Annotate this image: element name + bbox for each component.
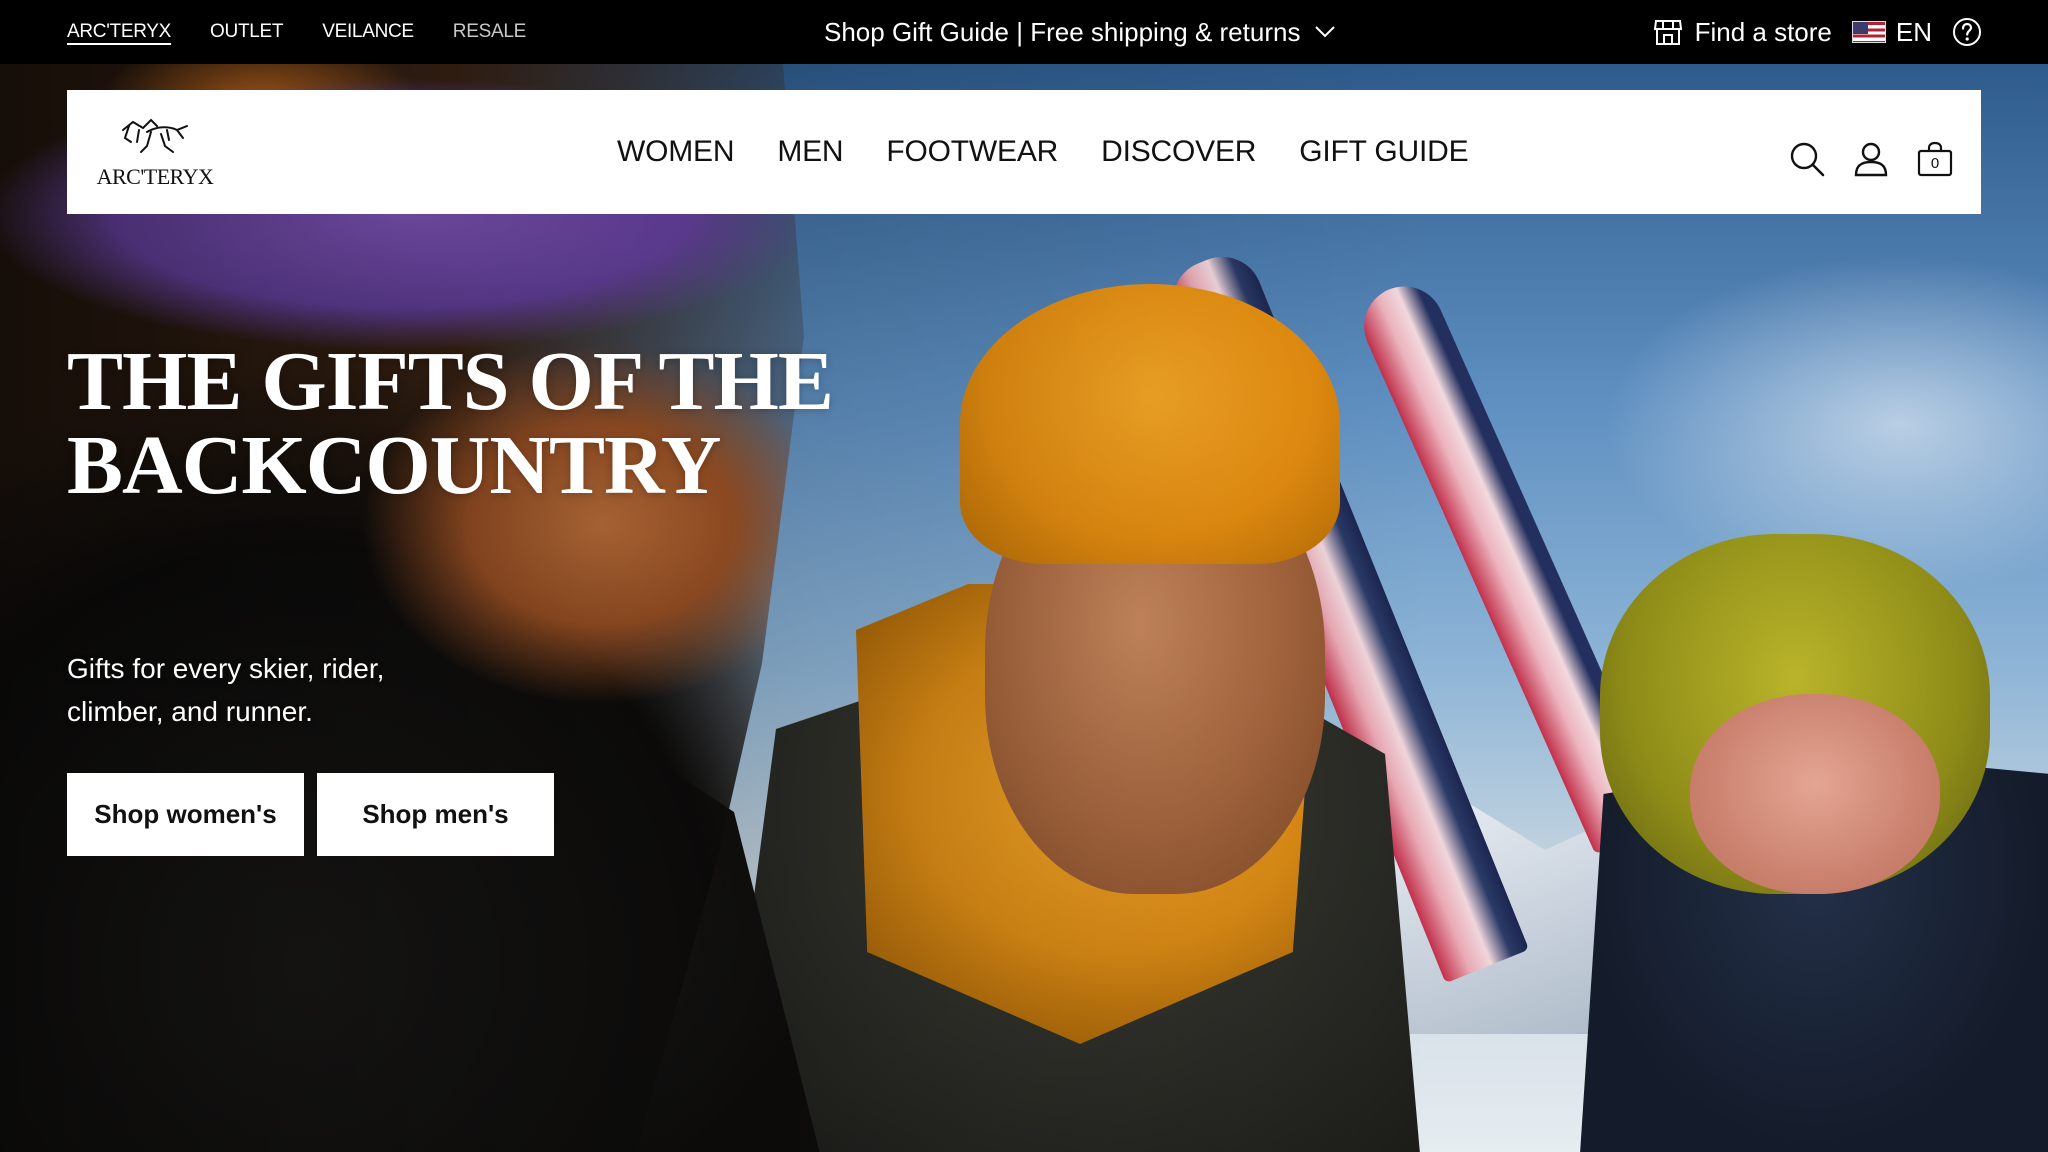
account-icon[interactable]	[1853, 141, 1889, 177]
help-icon[interactable]	[1952, 17, 1982, 47]
brand-links: ARC'TERYX OUTLET VEILANCE RESALE	[67, 0, 526, 64]
storefront-icon	[1653, 20, 1682, 45]
nav-item-footwear[interactable]: FOOTWEAR	[886, 135, 1058, 169]
nav-item-women[interactable]: WOMEN	[617, 135, 735, 169]
header-actions: 0	[1789, 90, 1953, 214]
brand-link-veilance[interactable]: VEILANCE	[322, 21, 414, 43]
brand-link-outlet[interactable]: OUTLET	[210, 21, 283, 43]
archaeopteryx-logo-icon	[122, 118, 188, 153]
search-icon[interactable]	[1789, 141, 1825, 177]
shop-mens-button[interactable]: Shop men's	[317, 773, 554, 856]
hero-subcopy: Gifts for every skier, rider, climber, a…	[67, 653, 385, 727]
hero-headline-line1: THE GIFTS OF THE	[67, 335, 834, 428]
find-store-label: Find a store	[1694, 16, 1832, 47]
logo-wordmark: ARC'TERYX	[96, 164, 214, 189]
promo-text: Shop Gift Guide | Free shipping & return…	[824, 16, 1301, 47]
hero-overlay	[0, 64, 2048, 1152]
nav-item-men[interactable]: MEN	[777, 135, 843, 169]
hero-headline-line2: BACKCOUNTRY	[67, 419, 721, 512]
brand-link-resale[interactable]: RESALE	[453, 21, 526, 43]
shop-womens-button[interactable]: Shop women's	[67, 773, 304, 856]
main-navigation: WOMEN MEN FOOTWEAR DISCOVER GIFT GUIDE	[617, 90, 1469, 214]
find-store-link[interactable]: Find a store	[1653, 17, 1832, 48]
us-flag-icon	[1851, 21, 1886, 43]
promo-banner[interactable]: Shop Gift Guide | Free shipping & return…	[824, 0, 1336, 64]
hero-cta-group: Shop women's Shop men's	[67, 773, 554, 856]
utility-bar: ARC'TERYX OUTLET VEILANCE RESALE Shop Gi…	[0, 0, 2048, 64]
main-header: ARC'TERYX WOMEN MEN FOOTWEAR DISCOVER GI…	[67, 90, 1981, 214]
hero-headline: THE GIFTS OF THE BACKCOUNTRY	[67, 340, 867, 508]
brand-link-arcteryx[interactable]: ARC'TERYX	[67, 21, 171, 43]
cart-count: 0	[1930, 155, 1940, 172]
chevron-down-icon	[1315, 26, 1336, 38]
nav-item-discover[interactable]: DISCOVER	[1101, 135, 1256, 169]
hero-image	[0, 64, 2048, 1152]
utility-right: Find a store EN	[1653, 0, 1982, 64]
nav-item-gift-guide[interactable]: GIFT GUIDE	[1299, 135, 1468, 169]
language-selector[interactable]: EN	[1851, 16, 1932, 48]
language-label: EN	[1895, 16, 1932, 47]
cart-button[interactable]: 0	[1917, 141, 1953, 177]
brand-logo[interactable]: ARC'TERYX	[93, 112, 217, 192]
